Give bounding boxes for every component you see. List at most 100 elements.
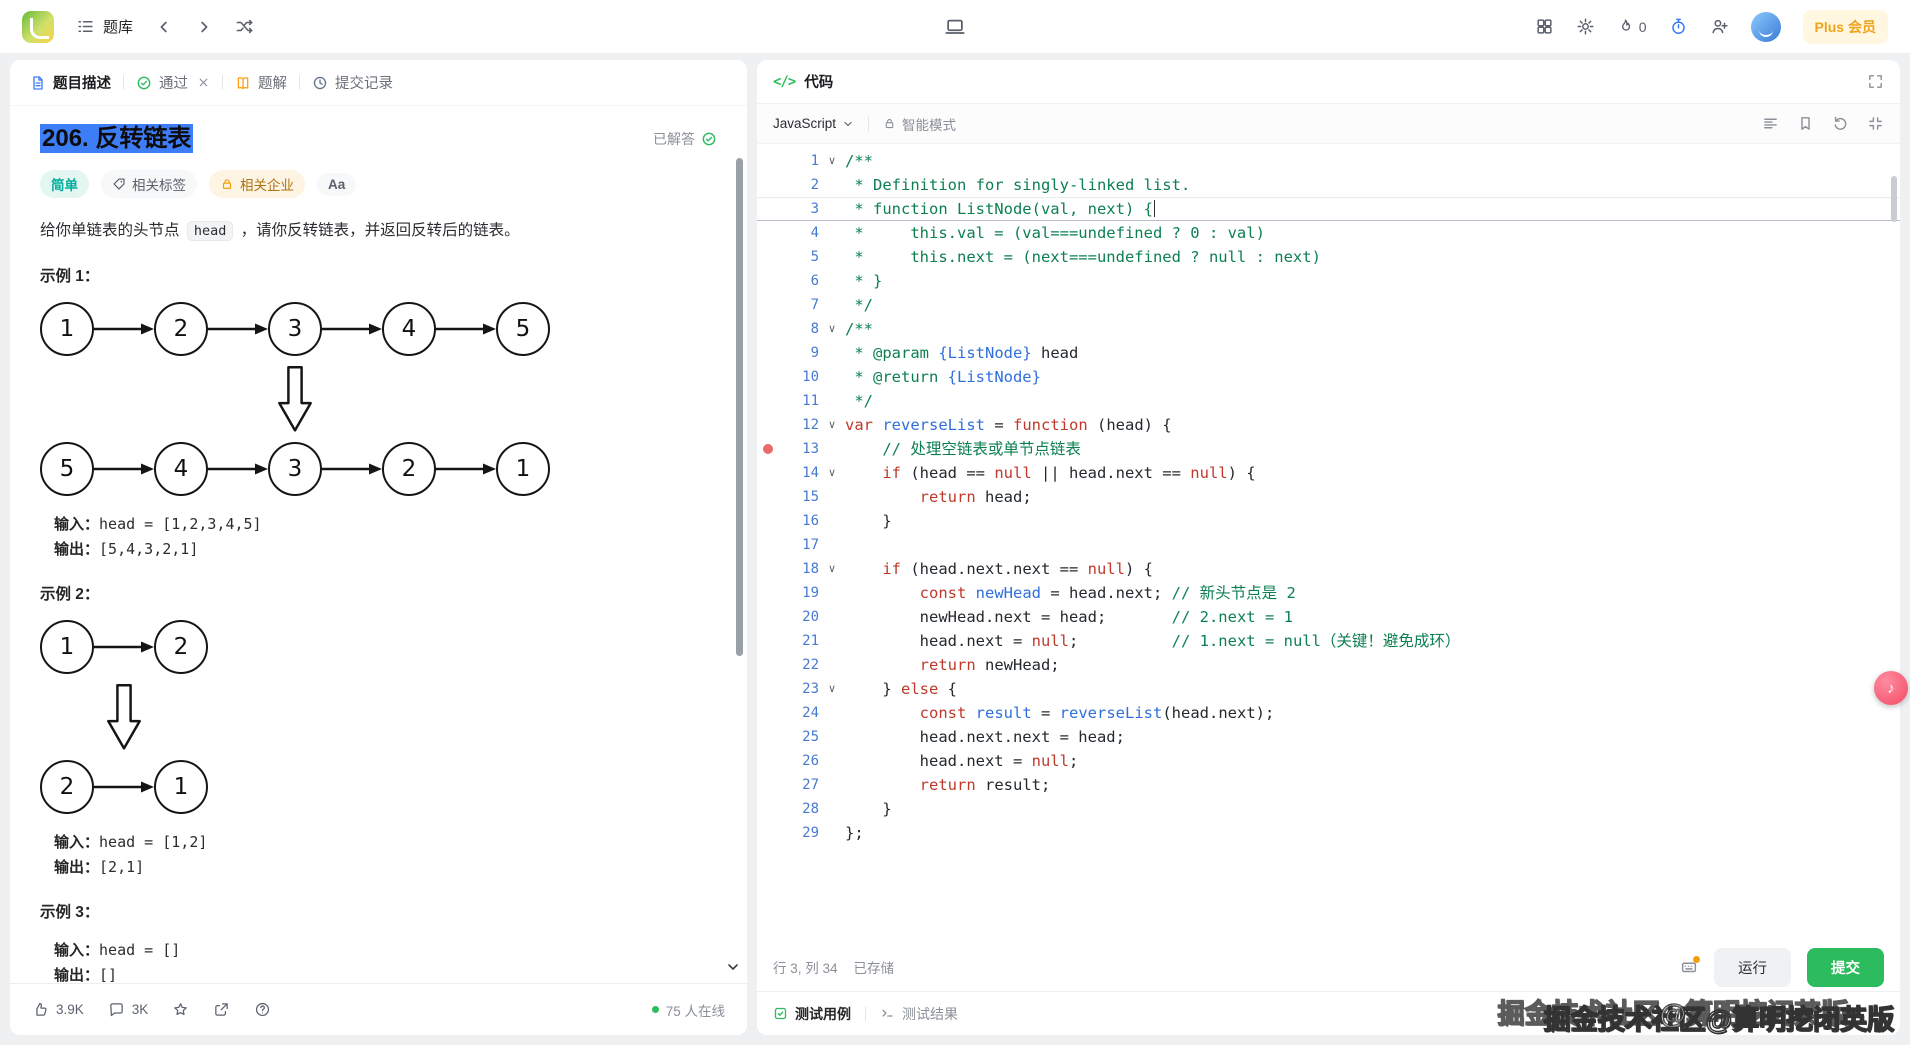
breakpoint-gutter[interactable]: [757, 269, 777, 293]
scroll-down-indicator[interactable]: [725, 959, 741, 975]
comments-button[interactable]: 3K: [108, 1001, 149, 1018]
fold-gutter[interactable]: [819, 821, 845, 845]
tab-problem-description[interactable]: 题目描述: [20, 72, 121, 93]
breakpoint-gutter[interactable]: [757, 581, 777, 605]
breakpoint-gutter[interactable]: [757, 749, 777, 773]
fold-gutter[interactable]: [819, 701, 845, 725]
plus-member-button[interactable]: Plus 会员: [1803, 10, 1888, 44]
breakpoint-gutter[interactable]: [757, 557, 777, 581]
code-line[interactable]: 3 * function ListNode(val, next) {: [757, 197, 1900, 221]
tab-solutions[interactable]: 题解: [225, 72, 297, 93]
run-button[interactable]: 运行: [1714, 948, 1791, 987]
fold-icon[interactable]: ∨: [819, 557, 845, 581]
line-number[interactable]: 15: [777, 485, 819, 509]
code-line[interactable]: 14∨ if (head == null || head.next == nul…: [757, 461, 1900, 485]
back-button[interactable]: [155, 18, 173, 36]
reset-code-button[interactable]: [1832, 115, 1849, 132]
fold-icon[interactable]: ∨: [819, 677, 845, 701]
feedback-button[interactable]: [254, 1001, 271, 1018]
fold-gutter[interactable]: [819, 533, 845, 557]
line-number[interactable]: 3: [777, 198, 819, 220]
device-layout-button[interactable]: [944, 16, 966, 38]
fold-gutter[interactable]: [819, 293, 845, 317]
floating-widget-button[interactable]: ♪: [1874, 671, 1908, 705]
fold-gutter[interactable]: [819, 509, 845, 533]
share-button[interactable]: [213, 1001, 230, 1018]
code-line[interactable]: 18∨ if (head.next.next == null) {: [757, 557, 1900, 581]
line-number[interactable]: 24: [777, 701, 819, 725]
breakpoint-gutter[interactable]: [757, 605, 777, 629]
code-line[interactable]: 23∨ } else {: [757, 677, 1900, 701]
breakpoint-gutter[interactable]: [757, 293, 777, 317]
add-friend-button[interactable]: [1710, 17, 1729, 36]
code-line[interactable]: 29};: [757, 821, 1900, 845]
code-line[interactable]: 6 * }: [757, 269, 1900, 293]
line-number[interactable]: 11: [777, 389, 819, 413]
forward-button[interactable]: [195, 18, 213, 36]
fold-gutter[interactable]: [819, 365, 845, 389]
line-number[interactable]: 28: [777, 797, 819, 821]
code-line[interactable]: 28 }: [757, 797, 1900, 821]
difficulty-badge[interactable]: 简单: [40, 170, 89, 198]
breakpoint-gutter[interactable]: [757, 173, 777, 197]
code-line[interactable]: 21 head.next = null; // 1.next = null（关键…: [757, 629, 1900, 653]
tab-passed[interactable]: 通过: [126, 72, 220, 93]
line-number[interactable]: 22: [777, 653, 819, 677]
breakpoint-gutter[interactable]: [757, 821, 777, 845]
breakpoint-gutter[interactable]: [757, 245, 777, 269]
fold-gutter[interactable]: [819, 629, 845, 653]
editor-scrollbar[interactable]: [1891, 176, 1897, 222]
settings-button[interactable]: [1576, 17, 1595, 36]
code-line[interactable]: 1∨/**: [757, 149, 1900, 173]
fold-gutter[interactable]: [819, 605, 845, 629]
breakpoint-gutter[interactable]: [757, 221, 777, 245]
code-line[interactable]: 17: [757, 533, 1900, 557]
breakpoint-gutter[interactable]: [757, 317, 777, 341]
line-number[interactable]: 8: [777, 317, 819, 341]
line-number[interactable]: 9: [777, 341, 819, 365]
tab-testcases[interactable]: 测试用例: [773, 1004, 851, 1024]
fold-gutter[interactable]: [819, 198, 845, 220]
line-number[interactable]: 5: [777, 245, 819, 269]
leetcode-logo[interactable]: [22, 11, 54, 43]
code-line[interactable]: 16 }: [757, 509, 1900, 533]
breakpoint-gutter[interactable]: [757, 198, 777, 220]
font-size-toggle[interactable]: Aa: [317, 173, 356, 196]
fold-icon[interactable]: ∨: [819, 317, 845, 341]
line-number[interactable]: 20: [777, 605, 819, 629]
code-line[interactable]: 15 return head;: [757, 485, 1900, 509]
fold-gutter[interactable]: [819, 245, 845, 269]
breakpoint-gutter[interactable]: [757, 533, 777, 557]
code-line[interactable]: 27 return result;: [757, 773, 1900, 797]
fold-icon[interactable]: ∨: [819, 149, 845, 173]
user-avatar[interactable]: [1751, 12, 1781, 42]
line-number[interactable]: 10: [777, 365, 819, 389]
problem-bank-button[interactable]: 题库: [76, 16, 133, 37]
code-line[interactable]: 11 */: [757, 389, 1900, 413]
code-line[interactable]: 2 * Definition for singly-linked list.: [757, 173, 1900, 197]
related-tags-button[interactable]: 相关标签: [101, 170, 197, 198]
fold-gutter[interactable]: [819, 389, 845, 413]
breakpoint-gutter[interactable]: [757, 149, 777, 173]
breakpoint-gutter[interactable]: [757, 677, 777, 701]
breakpoint-gutter[interactable]: [757, 341, 777, 365]
fold-gutter[interactable]: [819, 773, 845, 797]
line-number[interactable]: 6: [777, 269, 819, 293]
line-number[interactable]: 18: [777, 557, 819, 581]
code-line[interactable]: 24 const result = reverseList(head.next)…: [757, 701, 1900, 725]
line-number[interactable]: 2: [777, 173, 819, 197]
code-line[interactable]: 7 */: [757, 293, 1900, 317]
related-companies-button[interactable]: 相关企业: [209, 170, 305, 198]
tab-submissions[interactable]: 提交记录: [302, 72, 403, 93]
line-number[interactable]: 21: [777, 629, 819, 653]
format-code-button[interactable]: [1762, 115, 1779, 132]
code-line[interactable]: 12∨var reverseList = function (head) {: [757, 413, 1900, 437]
code-line[interactable]: 4 * this.val = (val===undefined ? 0 : va…: [757, 221, 1900, 245]
line-number[interactable]: 29: [777, 821, 819, 845]
line-number[interactable]: 14: [777, 461, 819, 485]
language-select[interactable]: JavaScript: [773, 116, 854, 131]
breakpoint-gutter[interactable]: [757, 653, 777, 677]
shuffle-button[interactable]: [235, 17, 254, 36]
left-scrollbar[interactable]: [736, 158, 743, 656]
code-line[interactable]: 19 const newHead = head.next; // 新头节点是 2: [757, 581, 1900, 605]
